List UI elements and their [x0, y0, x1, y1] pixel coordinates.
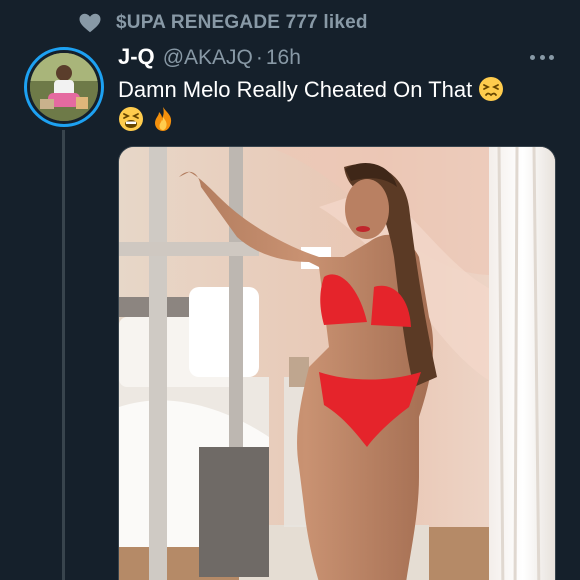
emoji-row [118, 106, 176, 132]
more-options-icon[interactable] [530, 52, 554, 62]
separator-dot: · [255, 46, 263, 69]
tweet-body: Damn Melo Really Cheated On That [118, 77, 473, 102]
tired-face-emoji [119, 107, 143, 131]
tweet-page: $UPA RENEGADE 777 liked J-Q @AKAJQ · 16h… [0, 0, 580, 580]
fire-emoji [155, 107, 172, 131]
avatar[interactable] [24, 47, 104, 127]
display-name[interactable]: J-Q [118, 44, 155, 70]
social-context[interactable]: $UPA RENEGADE 777 liked [78, 11, 368, 35]
persevering-face-emoji [479, 77, 504, 101]
user-handle[interactable]: @AKAJQ [163, 46, 253, 70]
heart-icon [79, 13, 101, 33]
avatar-image [30, 53, 98, 121]
thread-line [62, 130, 65, 580]
tweet-text: Damn Melo Really Cheated On That [118, 74, 558, 105]
timestamp[interactable]: 16h [266, 46, 301, 70]
tweet-header: J-Q @AKAJQ · 16h [118, 44, 301, 70]
social-context-text: $UPA RENEGADE 777 liked [116, 12, 368, 33]
photo-illustration [119, 147, 555, 580]
tweet-media-photo[interactable] [118, 146, 556, 580]
